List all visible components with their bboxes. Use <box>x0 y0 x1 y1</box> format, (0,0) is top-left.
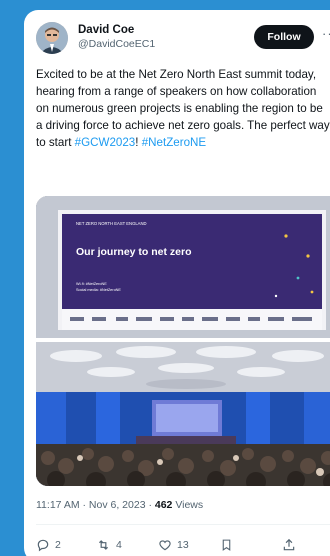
retweet-count: 4 <box>116 539 122 551</box>
author-display-name[interactable]: David Coe <box>78 23 155 37</box>
more-options-icon[interactable]: ··· <box>322 27 330 40</box>
slide-title: Our journey to net zero <box>76 246 192 258</box>
avatar[interactable] <box>36 22 68 54</box>
author-names: David Coe @DavidCoeEC1 <box>78 23 155 51</box>
tweet-header: David Coe @DavidCoeEC1 Follow ··· <box>36 22 330 58</box>
like-button[interactable]: 13 <box>158 538 189 552</box>
reply-button[interactable]: 2 <box>36 538 61 552</box>
share-icon <box>283 538 295 551</box>
follow-button[interactable]: Follow <box>254 25 314 49</box>
retweet-icon <box>99 540 108 550</box>
tweet-media[interactable]: NET ZERO NORTH EAST ENGLAND Our journey … <box>36 196 330 486</box>
views-count: 462 <box>154 499 173 511</box>
slide-line-1: Wi-fi: #NetZeroNE <box>76 282 107 286</box>
tweet-meta: 11:17 AM · Nov 6, 2023 · 462 Views <box>36 498 203 512</box>
reply-icon <box>37 539 49 552</box>
slide-line-2: Social media: #NetZeroNE <box>76 288 121 292</box>
heart-icon <box>159 540 171 551</box>
slide-header: NET ZERO NORTH EAST ENGLAND <box>76 221 147 226</box>
like-count: 13 <box>177 539 189 551</box>
slide-photo <box>36 196 330 338</box>
hashtag-netzerone[interactable]: #NetZeroNE <box>142 136 206 149</box>
views-label: Views <box>172 499 204 511</box>
bookmark-button[interactable] <box>220 538 233 552</box>
tweet-timestamp[interactable]: 11:17 AM · Nov 6, 2023 · <box>36 499 155 511</box>
reply-count: 2 <box>55 539 61 551</box>
author-handle[interactable]: @DavidCoeEC1 <box>78 37 155 51</box>
tweet-card: David Coe @DavidCoeEC1 Follow ··· Excite… <box>24 10 330 556</box>
action-bar: 2 4 13 <box>36 538 330 556</box>
divider <box>36 524 330 525</box>
share-button[interactable] <box>282 538 296 552</box>
retweet-button[interactable]: 4 <box>96 538 122 552</box>
auditorium-photo <box>36 342 330 486</box>
hashtag-gcw2023[interactable]: #GCW2023 <box>75 136 136 149</box>
tweet-text: Excited to be at the Net Zero North East… <box>36 66 330 151</box>
bookmark-icon <box>222 539 231 551</box>
